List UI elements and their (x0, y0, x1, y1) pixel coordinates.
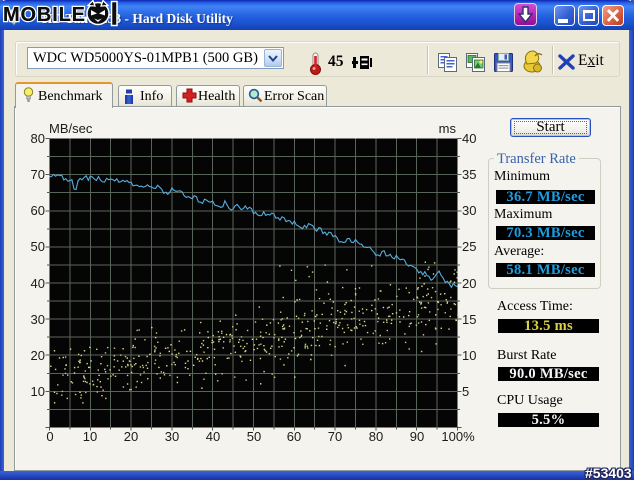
svg-text:MOBILE: MOBILE (3, 4, 86, 26)
